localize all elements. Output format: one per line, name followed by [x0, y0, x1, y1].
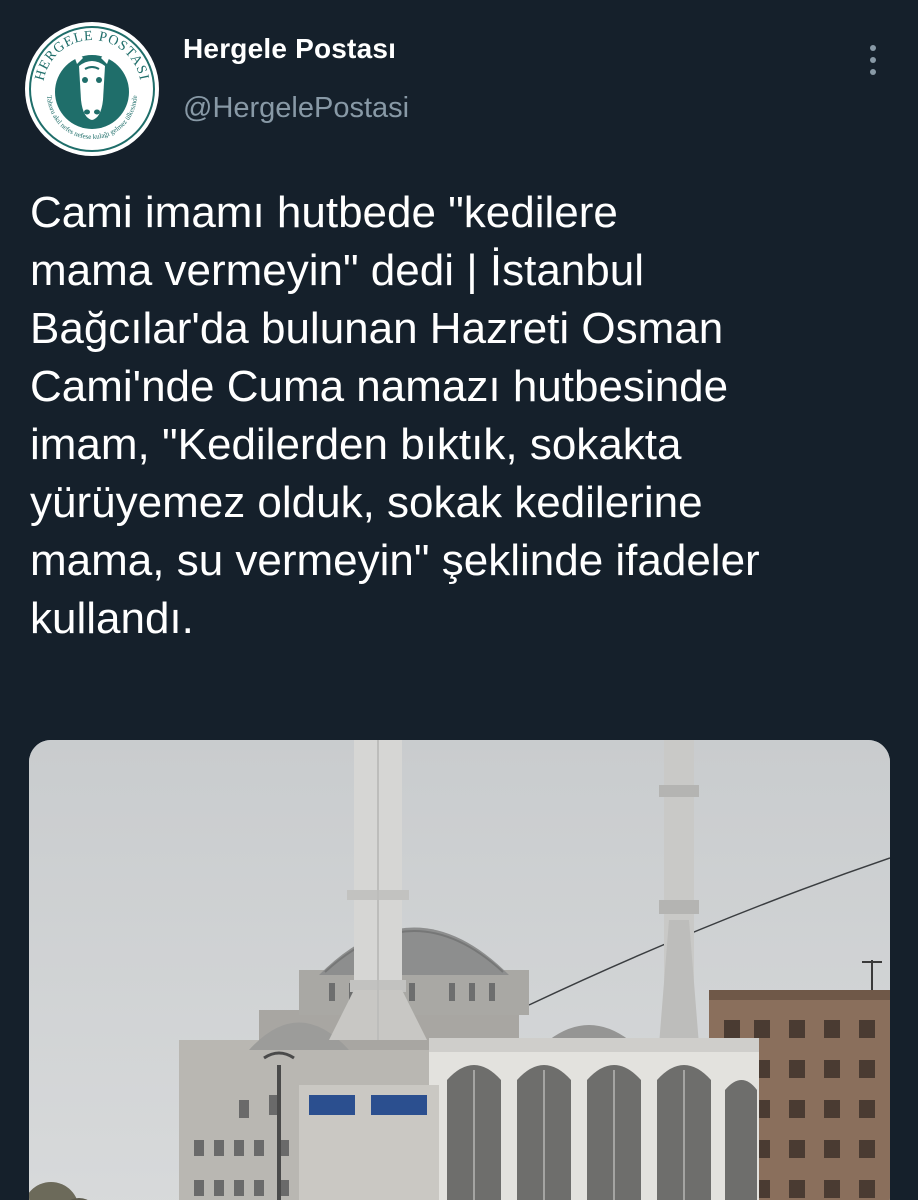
more-dot — [870, 45, 876, 51]
tweet-text: Cami imamı hutbede "kedilere mama vermey… — [30, 188, 760, 643]
account-handle[interactable]: @HergelePostasi — [183, 92, 409, 125]
tweet-card: HERGELE POSTASI Tahoru akıl nefes nefese… — [0, 0, 918, 1200]
more-dot — [870, 69, 876, 75]
display-name[interactable]: Hergele Postası — [183, 33, 396, 65]
tweet-photo[interactable] — [29, 740, 890, 1200]
donkey-icon: HERGELE POSTASI Tahoru akıl nefes nefese… — [26, 23, 158, 155]
more-vertical-icon[interactable] — [853, 30, 893, 90]
more-dot — [870, 57, 876, 63]
avatar[interactable]: HERGELE POSTASI Tahoru akıl nefes nefese… — [25, 22, 159, 156]
mosque-photo — [29, 740, 890, 1200]
